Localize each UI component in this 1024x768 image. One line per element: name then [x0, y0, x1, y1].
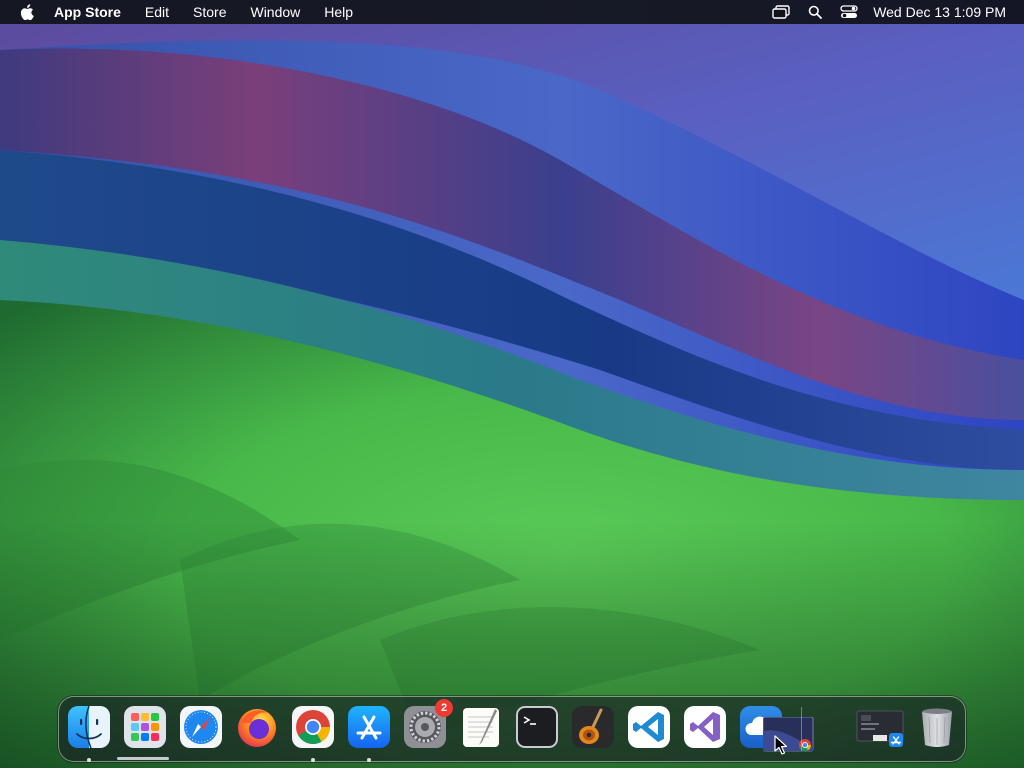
menu-help[interactable]: Help: [324, 4, 353, 20]
menubar-clock[interactable]: Wed Dec 13 1:09 PM: [873, 4, 1006, 20]
dock-item-safari[interactable]: [179, 705, 223, 749]
dock-item-firefox[interactable]: [235, 705, 279, 749]
dock-item-system-settings[interactable]: 2: [403, 699, 453, 749]
app-store-icon: [348, 706, 390, 748]
launchpad-icon: [124, 706, 166, 748]
desktop-wallpaper: [0, 0, 1024, 768]
visual-studio-icon: [684, 706, 726, 748]
apple-menu-icon[interactable]: [20, 4, 34, 20]
chrome-icon: [292, 706, 334, 748]
firefox-icon: [238, 709, 276, 747]
dock-item-downloads-stack[interactable]: [855, 709, 905, 749]
downloads-stack-icon: [856, 710, 904, 747]
dock: 2: [58, 696, 966, 762]
menu-window[interactable]: Window: [250, 4, 300, 20]
dock-item-launchpad[interactable]: [123, 705, 167, 749]
dock-item-finder[interactable]: [67, 705, 111, 749]
notification-badge: 2: [435, 699, 453, 717]
screen-mirroring-icon[interactable]: [771, 4, 791, 20]
control-center-icon[interactable]: [839, 4, 859, 20]
menu-edit[interactable]: Edit: [145, 4, 169, 20]
running-indicator-finder: [87, 758, 91, 762]
dock-item-garageband[interactable]: [571, 705, 615, 749]
dock-item-terminal[interactable]: [515, 705, 559, 749]
dock-item-chrome[interactable]: [291, 705, 335, 749]
dock-item-vscode[interactable]: [627, 705, 671, 749]
dock-item-minimized-chrome-window[interactable]: [763, 717, 815, 753]
dock-item-trash[interactable]: [915, 705, 959, 749]
running-indicator-app-store: [367, 758, 371, 762]
dock-item-app-store[interactable]: [347, 705, 391, 749]
minimized-chrome-window-icon: [763, 717, 814, 752]
dock-item-textedit[interactable]: [459, 705, 503, 749]
running-indicator-chrome: [311, 758, 315, 762]
search-icon[interactable]: [805, 4, 825, 20]
vscode-icon: [628, 706, 670, 748]
menu-app-name[interactable]: App Store: [54, 4, 121, 20]
dock-separator: [801, 707, 802, 751]
terminal-icon: [516, 706, 558, 748]
finder-icon: [68, 705, 110, 749]
textedit-icon: [463, 708, 499, 747]
safari-icon: [180, 706, 222, 748]
mouse-cursor-icon: [774, 735, 788, 760]
trash-icon: [922, 708, 952, 747]
menu-bar: App Store Edit Store Window Help Wed Dec: [0, 0, 1024, 24]
menu-store[interactable]: Store: [193, 4, 226, 20]
drag-indicator: [117, 757, 169, 760]
dock-item-visual-studio[interactable]: [683, 705, 727, 749]
garageband-icon: [572, 706, 614, 748]
